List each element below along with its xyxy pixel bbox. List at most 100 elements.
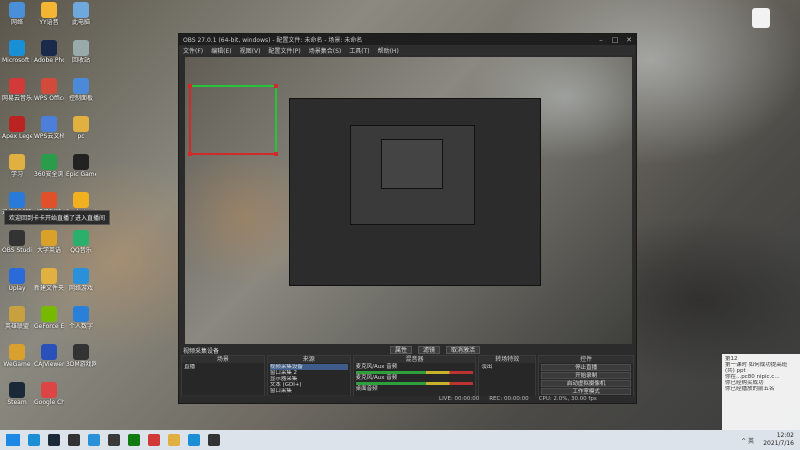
app-taskbar-icon[interactable] bbox=[88, 434, 100, 446]
desktop-icon-label: Microsoft Edge bbox=[2, 57, 32, 64]
deactivate-button[interactable]: 取消激活 bbox=[445, 346, 480, 354]
desktop-icon[interactable]: 此电脑 bbox=[66, 2, 96, 26]
notification-panel[interactable]: 第12 第一课时 如何成功提高班 (共) ppt 你在...pc80 nipic… bbox=[722, 354, 800, 430]
desktop-icon[interactable]: 新建文件夹 bbox=[34, 268, 64, 292]
desktop-icon[interactable]: QQ音乐 bbox=[66, 230, 96, 254]
obs-preview[interactable] bbox=[185, 57, 632, 344]
desktop-icon[interactable]: 网络 bbox=[2, 2, 32, 26]
notification-item[interactable]: 你已经播放的前五名 bbox=[725, 386, 797, 392]
app-taskbar-icon[interactable] bbox=[188, 434, 200, 446]
desktop-icon[interactable]: Apex Legends bbox=[2, 116, 32, 140]
app-icon bbox=[9, 268, 25, 284]
desktop-tooltip: 欢迎回到卡卡开始直播了进入直播间 bbox=[4, 210, 111, 225]
menu-tools[interactable]: 工具(T) bbox=[349, 46, 369, 55]
app-icon bbox=[9, 154, 25, 170]
desktop-icon[interactable]: CAJViewer 7.3 bbox=[34, 344, 64, 368]
xbox-taskbar-icon[interactable] bbox=[128, 434, 140, 446]
properties-button[interactable]: 属性 bbox=[389, 346, 412, 354]
desktop-icon-label: 回收站 bbox=[71, 57, 90, 64]
desktop-icon[interactable]: 英雄联盟 bbox=[2, 306, 32, 330]
desktop-icon-label: 网络游戏 bbox=[68, 285, 93, 292]
menu-scene-collection[interactable]: 场景集合(S) bbox=[309, 46, 342, 55]
desktop-icon[interactable]: 个人数字 bbox=[66, 306, 96, 330]
menu-file[interactable]: 文件(F) bbox=[183, 46, 203, 55]
desktop-icon[interactable]: 控制面板 bbox=[66, 78, 96, 102]
resize-handle[interactable] bbox=[188, 152, 192, 156]
close-icon[interactable]: ✕ bbox=[622, 36, 636, 44]
minimize-icon[interactable]: – bbox=[594, 36, 608, 44]
scene-item[interactable]: 直播 bbox=[184, 364, 262, 370]
desktop-icon-label: Google Chrome bbox=[34, 399, 64, 406]
desktop-icon[interactable]: 大学英语 bbox=[34, 230, 64, 254]
windows-start-icon[interactable] bbox=[6, 434, 20, 446]
app-icon bbox=[9, 382, 25, 398]
scenes-title: 场景 bbox=[182, 356, 264, 363]
desktop-icon[interactable]: 网络游戏 bbox=[66, 268, 96, 292]
resize-handle[interactable] bbox=[188, 84, 192, 88]
maximize-icon[interactable]: □ bbox=[608, 36, 622, 44]
steam-taskbar-icon[interactable] bbox=[48, 434, 60, 446]
resize-handle[interactable] bbox=[274, 84, 278, 88]
app-icon bbox=[9, 344, 25, 360]
desktop-icon-label: 新建文件夹 bbox=[34, 285, 64, 292]
app-icon bbox=[73, 78, 89, 94]
desktop-icon[interactable]: Adobe Photoshop bbox=[34, 40, 64, 64]
desktop-icon[interactable]: WPS Office bbox=[34, 78, 64, 102]
desktop-icon[interactable]: OBS Studio bbox=[2, 230, 32, 254]
desktop-icon-label: 学习 bbox=[10, 171, 23, 178]
mixer-channel-name: 桌面音频 bbox=[355, 386, 378, 392]
netease-music-taskbar-icon[interactable] bbox=[148, 434, 160, 446]
desktop-icon[interactable]: Microsoft Edge bbox=[2, 40, 32, 64]
desktop-icon[interactable]: 网易云音乐 bbox=[2, 78, 32, 102]
desktop-icon[interactable]: Google Chrome bbox=[34, 382, 64, 406]
app-icon bbox=[41, 268, 57, 284]
menu-view[interactable]: 视图(V) bbox=[240, 46, 261, 55]
menu-help[interactable]: 帮助(H) bbox=[378, 46, 399, 55]
clock[interactable]: 12:02 2021/7/16 bbox=[763, 432, 794, 448]
app-icon bbox=[9, 192, 25, 208]
desktop-icon[interactable]: YY语音 bbox=[34, 2, 64, 26]
desktop-icon[interactable]: Steam bbox=[2, 382, 32, 406]
filters-button[interactable]: 滤镜 bbox=[417, 346, 440, 354]
virtual-camera-button[interactable]: 启动虚拟摄像机 bbox=[541, 380, 631, 387]
app-icon bbox=[41, 306, 57, 322]
desktop-icon[interactable]: 回收站 bbox=[66, 40, 96, 64]
mixer-channel-name: 麦克风/Aux 音频 bbox=[355, 364, 398, 370]
menu-edit[interactable]: 编辑(E) bbox=[211, 46, 231, 55]
studio-mode-button[interactable]: 工作室模式 bbox=[541, 388, 631, 395]
recursive-obs-capture bbox=[289, 98, 541, 286]
source-item[interactable]: 窗口采集 bbox=[270, 388, 348, 394]
desktop-icon[interactable]: Uplay bbox=[2, 268, 32, 292]
desktop-icon[interactable]: WeGame bbox=[2, 344, 32, 368]
edge-taskbar-icon[interactable] bbox=[28, 434, 40, 446]
desktop-icon[interactable]: WPS云文档 bbox=[34, 116, 64, 140]
obs-taskbar-icon[interactable] bbox=[208, 434, 220, 446]
desktop-icon[interactable]: 3DM游戏网 bbox=[66, 344, 96, 368]
desktop-icon-label: pc bbox=[77, 133, 85, 140]
obs-title-bar[interactable]: OBS 27.0.1 (64-bit, windows) - 配置文件: 未命名… bbox=[179, 34, 636, 45]
folder-taskbar-icon[interactable] bbox=[168, 434, 180, 446]
app-icon bbox=[41, 78, 57, 94]
start-recording-button[interactable]: 开始录制 bbox=[541, 372, 631, 379]
desktop-icon[interactable]: Epic Games bbox=[66, 154, 96, 178]
app-taskbar-icon[interactable] bbox=[108, 434, 120, 446]
desktop-icon-label: Steam bbox=[7, 399, 27, 406]
transition-select[interactable]: 淡出 bbox=[481, 364, 533, 370]
app-icon bbox=[9, 2, 25, 18]
stop-streaming-button[interactable]: 停止直播 bbox=[541, 364, 631, 371]
desktop-icon[interactable]: GeForce Experience bbox=[34, 306, 64, 330]
cat-app-icon[interactable] bbox=[752, 8, 770, 28]
desktop-icon-label: 控制面板 bbox=[68, 95, 93, 102]
resize-handle[interactable] bbox=[274, 152, 278, 156]
desktop-icon[interactable]: 360安全浏览器 bbox=[34, 154, 64, 178]
selected-source-name: 视频采集设备 bbox=[183, 347, 220, 355]
obs-window[interactable]: OBS 27.0.1 (64-bit, windows) - 配置文件: 未命名… bbox=[178, 33, 637, 404]
desktop-icon[interactable]: 学习 bbox=[2, 154, 32, 178]
desktop-icon[interactable]: pc bbox=[66, 116, 96, 140]
selected-source-bounds[interactable] bbox=[188, 84, 278, 156]
tray-icons[interactable]: ^ 英 bbox=[741, 436, 754, 445]
app-icon bbox=[9, 306, 25, 322]
epic-taskbar-icon[interactable] bbox=[68, 434, 80, 446]
menu-profile[interactable]: 配置文件(P) bbox=[268, 46, 300, 55]
app-icon bbox=[73, 230, 89, 246]
